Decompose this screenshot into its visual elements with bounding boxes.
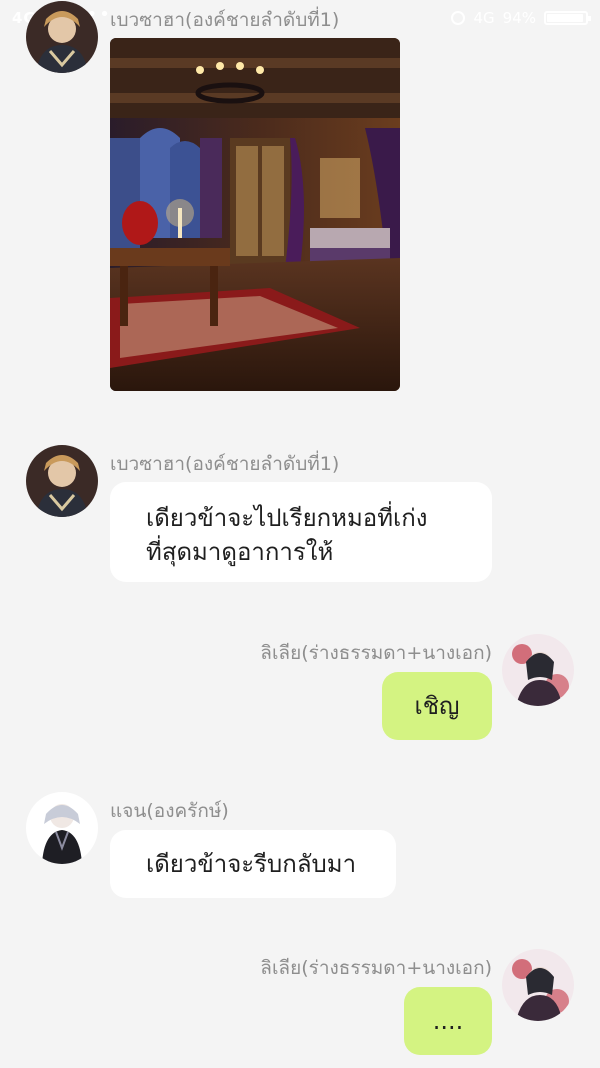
message-bubble[interactable]: เดียวข้าจะไปเรียกหมอที่เก่ง ที่สุดมาดูอา… bbox=[110, 482, 492, 582]
avatar-beozaha[interactable] bbox=[26, 445, 98, 517]
message-text: เชิญ bbox=[414, 692, 460, 720]
message-text: เดียวข้าจะรีบกลับมา bbox=[146, 850, 357, 878]
sender-name: ลิเลีย(ร่างธรรมดา+นางเอก) bbox=[260, 642, 492, 664]
status-right-group: 4G 94% bbox=[451, 9, 591, 27]
avatar-lilia[interactable] bbox=[502, 634, 574, 706]
message-bubble[interactable]: .... bbox=[404, 987, 492, 1055]
room-scene-image[interactable] bbox=[110, 38, 400, 391]
battery-percent: 94% bbox=[502, 9, 536, 27]
sender-name: ลิเลีย(ร่างธรรมดา+นางเอก) bbox=[260, 957, 492, 979]
avatar-lilia[interactable] bbox=[502, 949, 574, 1021]
message-bubble[interactable]: เชิญ bbox=[382, 672, 492, 740]
alarm-icon bbox=[451, 11, 466, 25]
sender-name: แจน(องครักษ์) bbox=[110, 800, 229, 822]
sender-name: เบวซาฮา(องค์ชายลำดับที่1) bbox=[110, 9, 340, 31]
sender-name: เบวซาฮา(องค์ชายลำดับที่1) bbox=[110, 453, 340, 475]
message-text: ที่สุดมาดูอาการให้ bbox=[146, 538, 334, 566]
message-bubble[interactable]: เดียวข้าจะรีบกลับมา bbox=[110, 830, 396, 898]
network-type: 4G bbox=[473, 9, 495, 27]
message-text: เดียวข้าจะไปเรียกหมอที่เก่ง bbox=[146, 504, 428, 532]
battery-icon bbox=[544, 11, 591, 25]
avatar-jan[interactable] bbox=[26, 792, 98, 864]
message-text: .... bbox=[432, 1007, 464, 1035]
avatar-beozaha[interactable] bbox=[26, 1, 98, 73]
